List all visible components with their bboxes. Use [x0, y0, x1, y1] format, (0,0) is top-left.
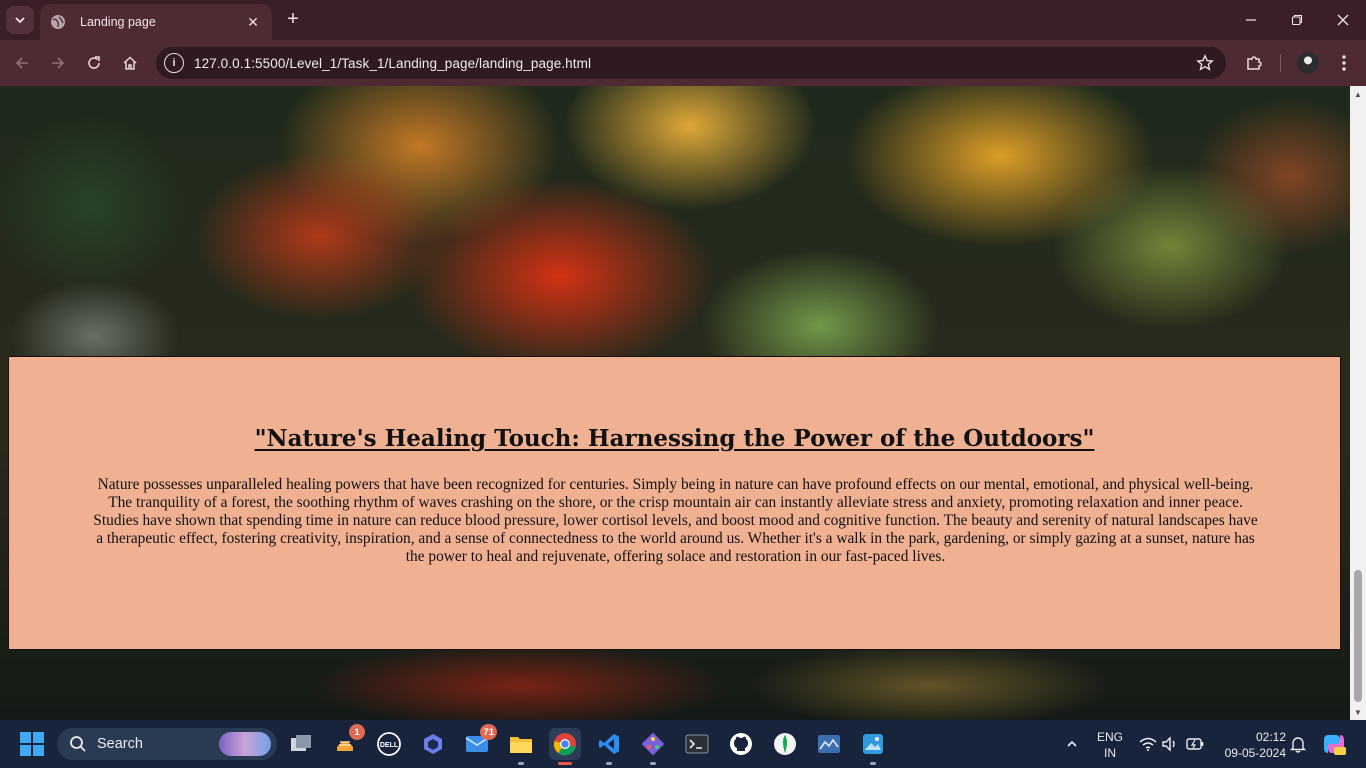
github-icon[interactable] [725, 728, 757, 760]
file-explorer-icon[interactable] [505, 728, 537, 765]
monitor-icon[interactable] [813, 728, 845, 760]
tab-close-icon[interactable]: ✕ [244, 14, 262, 31]
chrome-icon[interactable] [549, 728, 581, 765]
terminal-icon[interactable] [681, 728, 713, 760]
task-view-icon[interactable] [285, 728, 317, 760]
more-vert-icon [1342, 55, 1346, 71]
home-icon [123, 56, 137, 70]
home-button[interactable] [118, 51, 142, 75]
reload-button[interactable] [82, 51, 106, 75]
close-window-button[interactable] [1320, 8, 1366, 32]
volume-icon[interactable] [1160, 734, 1180, 754]
page-heading: "Nature's Healing Touch: Harnessing the … [254, 425, 1095, 452]
url-text: 127.0.0.1:5500/Level_1/Task_1/Landing_pa… [194, 55, 592, 71]
vscode-icon[interactable] [593, 728, 625, 765]
restore-button[interactable] [1274, 8, 1320, 32]
reload-icon [88, 56, 100, 69]
wifi-icon[interactable] [1138, 734, 1158, 754]
new-tab-button[interactable]: + [282, 8, 304, 32]
svg-text:DELL: DELL [380, 742, 399, 749]
copilot-app-icon[interactable] [417, 728, 449, 760]
back-button[interactable] [10, 51, 34, 75]
browser-tab[interactable]: Landing page ✕ [40, 4, 272, 40]
mail-badge: 71 [480, 724, 497, 740]
content-card: "Nature's Healing Touch: Harnessing the … [8, 356, 1341, 650]
restore-icon [1291, 14, 1303, 26]
chevron-down-icon [15, 17, 25, 24]
globe-icon [51, 15, 65, 29]
git-icon[interactable] [637, 728, 669, 765]
battery-icon[interactable] [1185, 734, 1205, 754]
widgets-icon[interactable]: 1 [329, 724, 365, 760]
forward-button[interactable] [46, 51, 70, 75]
notification-bell-icon[interactable] [1288, 734, 1308, 754]
site-info-icon[interactable]: i [164, 53, 184, 73]
language-code: ENG [1096, 730, 1123, 744]
chevron-up-icon[interactable] [1062, 734, 1082, 754]
running-indicator [518, 762, 524, 765]
search-icon [70, 736, 86, 752]
clock-date: 09-05-2024 [1224, 746, 1286, 760]
dell-icon[interactable]: DELL [373, 728, 405, 760]
running-indicator [870, 762, 876, 765]
extensions-button[interactable] [1242, 51, 1266, 75]
browser-titlebar: Landing page ✕ + [0, 0, 1366, 40]
minimize-icon [1246, 19, 1256, 21]
running-indicator [650, 762, 656, 765]
language-indicator[interactable]: ENG IN [1094, 729, 1126, 761]
address-bar[interactable]: i 127.0.0.1:5500/Level_1/Task_1/Landing_… [156, 47, 1226, 79]
tab-search-button[interactable] [6, 6, 34, 34]
search-label: Search [97, 736, 143, 752]
profile-avatar[interactable] [1297, 52, 1319, 74]
scroll-up-arrow-icon[interactable]: ▲ [1350, 86, 1366, 102]
windows-taskbar: Search 1 DELL 71 ENG IN 02:12 09-05-2024 [0, 720, 1366, 768]
back-arrow-icon [15, 57, 28, 69]
widgets-badge: 1 [349, 724, 365, 740]
clock-time: 02:12 [1255, 730, 1286, 744]
page-viewport: "Nature's Healing Touch: Harnessing the … [0, 86, 1350, 720]
forward-arrow-icon [52, 57, 65, 69]
running-indicator [606, 762, 612, 765]
photos-icon[interactable] [857, 728, 889, 765]
mongodb-icon[interactable] [769, 728, 801, 760]
clock[interactable]: 02:12 09-05-2024 [1216, 729, 1286, 761]
copilot-icon[interactable] [1322, 732, 1346, 756]
page-paragraph: Nature possesses unparalleled healing po… [93, 476, 1258, 565]
puzzle-icon [1247, 56, 1262, 70]
taskbar-search[interactable]: Search [57, 728, 277, 760]
running-indicator-active [558, 762, 572, 765]
toolbar-divider [1280, 54, 1281, 72]
search-highlight-image [219, 732, 271, 756]
scrollbar-thumb[interactable] [1354, 570, 1362, 702]
minimize-button[interactable] [1228, 8, 1274, 32]
bookmark-star-icon[interactable] [1196, 54, 1214, 72]
scroll-down-arrow-icon[interactable]: ▼ [1350, 704, 1366, 720]
mail-icon[interactable]: 71 [461, 724, 497, 760]
tab-title: Landing page [80, 15, 156, 29]
page-scrollbar[interactable]: ▲ ▼ [1350, 86, 1366, 720]
browser-toolbar: i 127.0.0.1:5500/Level_1/Task_1/Landing_… [0, 40, 1366, 86]
browser-menu-button[interactable] [1332, 51, 1356, 75]
close-icon [1337, 14, 1349, 26]
language-region: IN [1104, 746, 1116, 760]
windows-start-icon[interactable] [20, 732, 44, 756]
